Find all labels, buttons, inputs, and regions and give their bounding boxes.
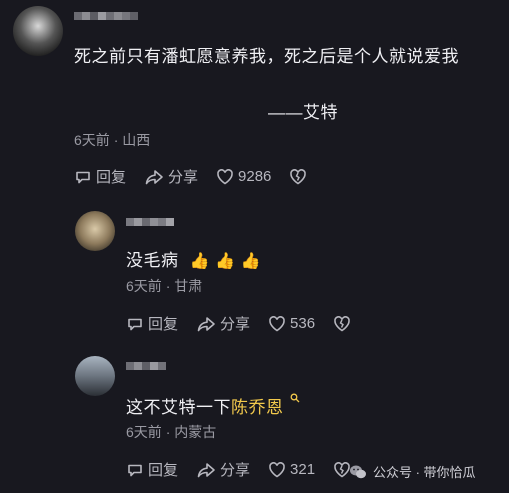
username-main-pixelated[interactable] <box>74 12 138 20</box>
reply-2-location: 内蒙古 <box>174 424 217 440</box>
thumbs-up-emojis: 👍 👍 👍 <box>189 253 261 270</box>
like-count: 9286 <box>238 168 272 185</box>
share-icon <box>197 462 215 477</box>
reply-2-time: 6天前 <box>126 424 162 440</box>
comment-location: 山西 <box>122 132 151 148</box>
meta-separator: · <box>165 278 175 294</box>
reply-1-actions: 回复 分享 536 <box>126 313 369 334</box>
reply-1-location: 甘肃 <box>174 278 203 294</box>
username-reply-1-pixelated[interactable] <box>126 218 174 226</box>
share-label: 分享 <box>220 316 251 333</box>
heart-icon <box>269 461 285 477</box>
comment-meta: 6天前 · 山西 <box>74 130 150 150</box>
meta-separator: · <box>165 424 175 440</box>
reply-button[interactable]: 回复 <box>126 459 178 480</box>
share-icon <box>197 316 215 331</box>
like-count: 536 <box>290 315 316 332</box>
reply-button[interactable]: 回复 <box>126 313 178 334</box>
wechat-icon <box>350 465 366 478</box>
reply-icon <box>76 171 90 183</box>
meta-separator: · <box>113 132 123 148</box>
reply-2-text-row: 这不艾特一下陈乔恩 <box>126 393 300 418</box>
avatar-main[interactable] <box>13 6 63 56</box>
reply-label: 回复 <box>148 462 179 479</box>
share-button[interactable]: 分享 <box>196 313 250 334</box>
reply-2-actions: 回复 分享 321 <box>126 459 357 480</box>
mention-link[interactable]: 陈乔恩 <box>231 398 284 417</box>
avatar-reply-2[interactable] <box>75 356 115 396</box>
comment-time: 6天前 <box>74 132 110 148</box>
share-icon <box>145 169 163 184</box>
broken-heart-icon <box>334 315 350 331</box>
dislike-button[interactable] <box>333 315 351 333</box>
heart-icon <box>217 168 233 184</box>
reply-1-text-row: 没毛病 👍 👍 👍 <box>126 246 261 271</box>
comment-signature: ——艾特 <box>268 103 338 122</box>
reply-label: 回复 <box>148 316 179 333</box>
reply-button[interactable]: 回复 <box>74 166 126 187</box>
like-button[interactable]: 536 <box>268 315 315 333</box>
share-label: 分享 <box>220 462 251 479</box>
reply-label: 回复 <box>96 169 127 186</box>
reply-icon <box>128 464 142 476</box>
reply-1-time: 6天前 <box>126 278 162 294</box>
reply-1-meta: 6天前 · 甘肃 <box>126 276 202 296</box>
reply-2-text: 这不艾特一下 <box>126 398 231 417</box>
broken-heart-icon <box>290 168 307 184</box>
reply-1-text: 没毛病 <box>126 251 179 270</box>
share-button[interactable]: 分享 <box>196 459 250 480</box>
search-icon[interactable] <box>290 393 300 403</box>
comment-text: 死之前只有潘虹愿意养我，死之后是个人就说爱我 <box>74 47 459 66</box>
like-button[interactable]: 9286 <box>216 168 271 186</box>
heart-icon <box>269 315 285 331</box>
avatar-reply-1[interactable] <box>75 211 115 251</box>
watermark: 公众号 · 带你恰瓜 <box>349 462 476 481</box>
share-button[interactable]: 分享 <box>144 166 198 187</box>
reply-2-meta: 6天前 · 内蒙古 <box>126 422 216 442</box>
dislike-button[interactable] <box>289 168 307 186</box>
watermark-text: 公众号 · 带你恰瓜 <box>373 465 476 480</box>
reply-icon <box>128 318 142 330</box>
share-label: 分享 <box>168 169 199 186</box>
comment-actions: 回复 分享 9286 <box>74 166 325 187</box>
username-reply-2-pixelated[interactable] <box>126 362 166 370</box>
like-button[interactable]: 321 <box>268 461 315 479</box>
like-count: 321 <box>290 461 316 478</box>
